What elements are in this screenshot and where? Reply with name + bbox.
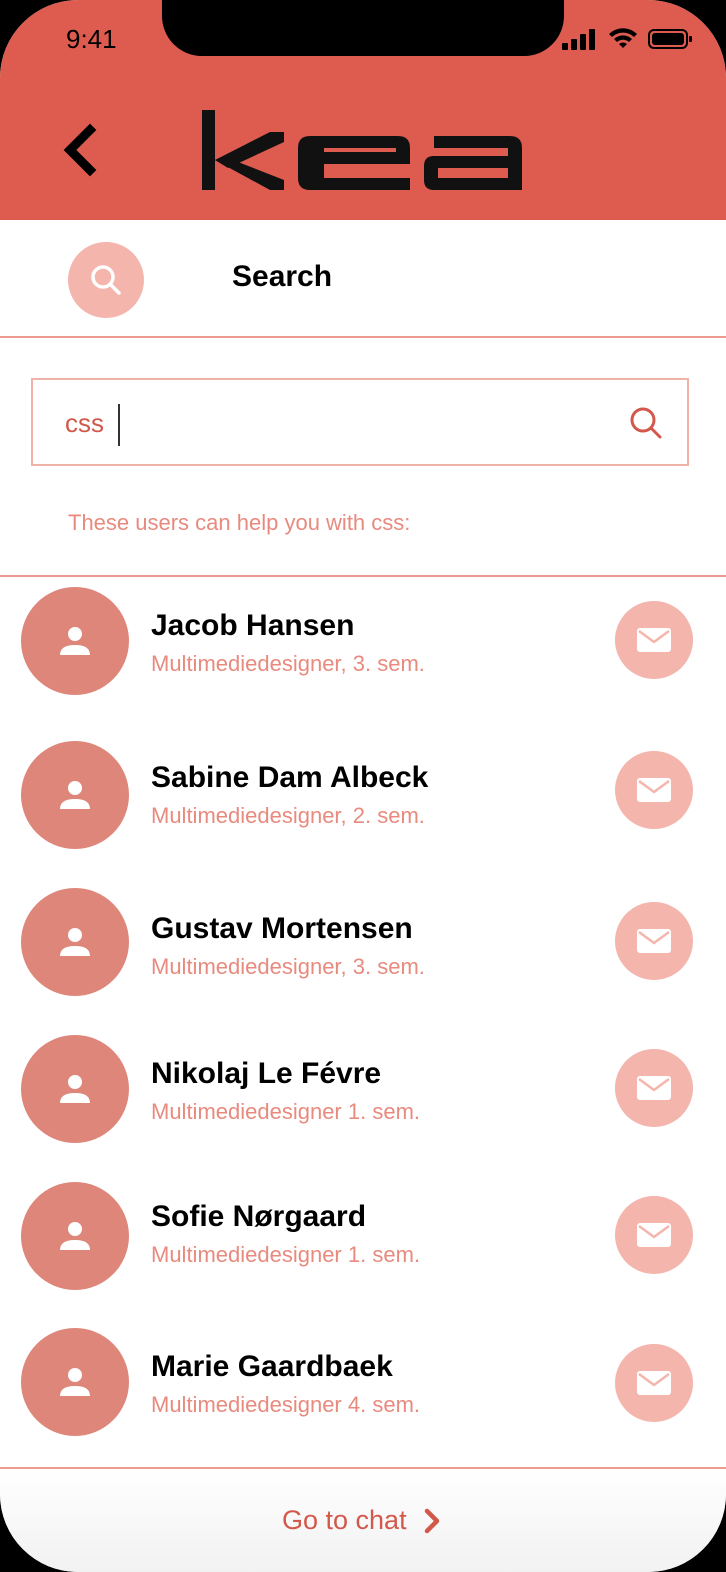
status-icons: [562, 28, 694, 50]
user-name: Jacob Hansen: [151, 609, 355, 642]
user-name: Gustav Mortensen: [151, 912, 413, 945]
chevron-left-icon: [63, 123, 97, 177]
person-icon: [60, 627, 90, 655]
user-role: Multimediedesigner, 2. sem.: [151, 803, 425, 828]
go-to-chat-button[interactable]: Go to chat: [282, 1505, 441, 1536]
avatar: [21, 888, 129, 996]
footer-bar: Go to chat: [0, 1467, 726, 1572]
helper-text: These users can help you with css:: [68, 510, 411, 535]
signal-icon: [562, 29, 595, 50]
user-role: Multimediedesigner, 3. sem.: [151, 954, 425, 979]
message-button[interactable]: [615, 902, 693, 980]
user-role: Multimediedesigner 1. sem.: [151, 1099, 421, 1124]
avatar: [21, 1035, 129, 1143]
person-icon: [60, 1222, 90, 1250]
back-button[interactable]: [60, 122, 120, 192]
user-name: Sabine Dam Albeck: [151, 761, 429, 794]
avatar: [21, 1328, 129, 1436]
message-button[interactable]: [615, 751, 693, 829]
go-to-chat-label: Go to chat: [282, 1505, 407, 1535]
mail-icon: [637, 628, 671, 652]
kea-logo-mark: [202, 110, 522, 190]
message-button[interactable]: [615, 1049, 693, 1127]
avatar: [21, 587, 129, 695]
list-item[interactable]: Sofie Nørgaard Multimediedesigner 1. sem…: [0, 1182, 726, 1292]
search-icon: [91, 265, 121, 295]
search-input-value: css: [65, 408, 104, 438]
mail-icon: [637, 778, 671, 802]
search-icon: [630, 407, 662, 439]
user-name: Nikolaj Le Févre: [151, 1057, 382, 1090]
user-name: Sofie Nørgaard: [151, 1200, 367, 1233]
mail-icon: [637, 1371, 671, 1395]
list-item[interactable]: Nikolaj Le Févre Multimediedesigner 1. s…: [0, 1035, 726, 1145]
user-name: Marie Gaardbaek: [151, 1350, 393, 1383]
device-notch: [162, 0, 564, 56]
status-time: 9:41: [66, 24, 117, 54]
chevron-right-icon: [424, 1508, 439, 1533]
avatar: [21, 1182, 129, 1290]
list-item[interactable]: Sabine Dam Albeck Multimediedesigner, 2.…: [0, 741, 726, 851]
person-icon: [60, 1075, 90, 1103]
list-item[interactable]: Gustav Mortensen Multimediedesigner, 3. …: [0, 888, 726, 998]
message-button[interactable]: [615, 1344, 693, 1422]
person-icon: [60, 781, 90, 809]
tab-search-button[interactable]: [68, 242, 144, 318]
mail-icon: [637, 929, 671, 953]
page-title: Search: [232, 260, 333, 293]
battery-icon: [648, 29, 692, 49]
user-role: Multimediedesigner 1. sem.: [151, 1242, 421, 1267]
search-input[interactable]: css: [31, 378, 689, 466]
user-role: Multimediedesigner 4. sem.: [151, 1392, 421, 1417]
list-item[interactable]: Marie Gaardbaek Multimediedesigner 4. se…: [0, 1328, 726, 1438]
text-caret: [118, 404, 120, 446]
search-submit-button[interactable]: [629, 406, 663, 445]
message-button[interactable]: [615, 601, 693, 679]
message-button[interactable]: [615, 1196, 693, 1274]
user-role: Multimediedesigner, 3. sem.: [151, 651, 425, 676]
mail-icon: [637, 1223, 671, 1247]
person-icon: [60, 928, 90, 956]
phone-screen: 9:41 Search css These users can help you…: [0, 0, 726, 1572]
avatar: [21, 741, 129, 849]
person-icon: [60, 1368, 90, 1396]
divider: [0, 575, 726, 577]
mail-icon: [637, 1076, 671, 1100]
list-item[interactable]: Jacob Hansen Multimediedesigner, 3. sem.: [0, 587, 726, 697]
wifi-icon: [609, 28, 637, 48]
kea-logo: [198, 108, 528, 201]
app-header: 9:41: [0, 0, 726, 220]
search-tab-row: Search: [0, 220, 726, 338]
